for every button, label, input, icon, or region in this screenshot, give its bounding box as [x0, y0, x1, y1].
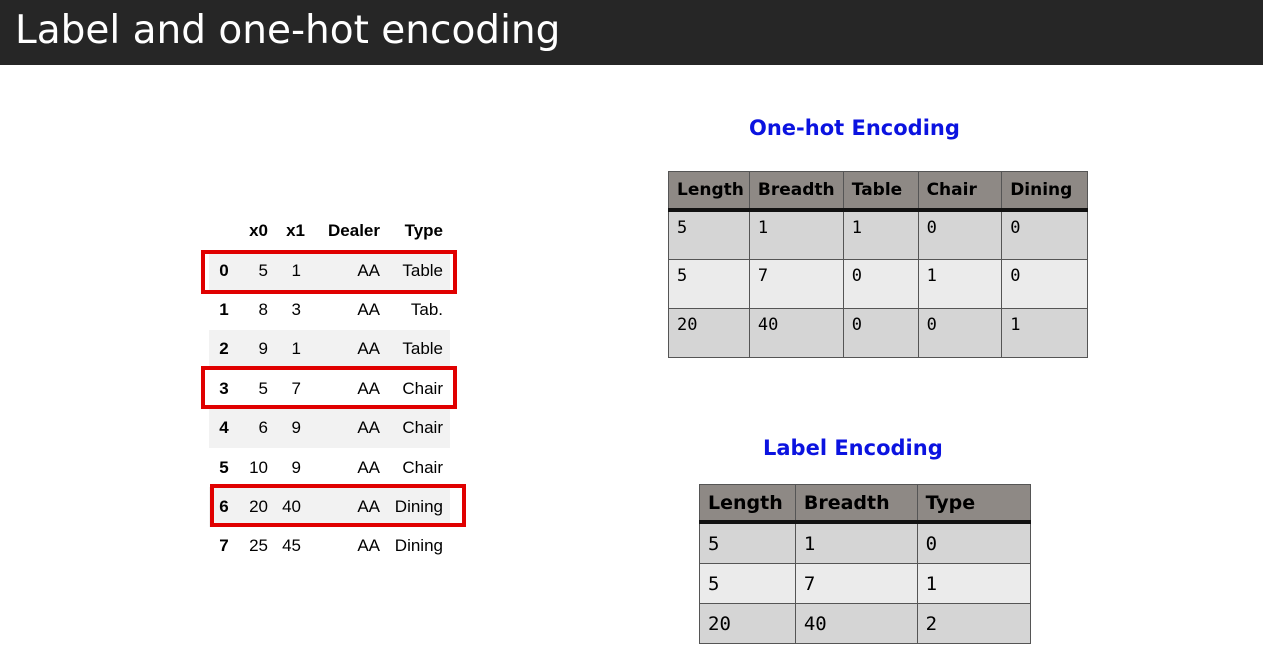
table-cell: 0 [842, 258, 919, 309]
cell-x0: 9 [258, 339, 268, 359]
table-cell: 1 [916, 563, 1032, 604]
label-header-breadth: Breadth [794, 484, 918, 524]
dataframe-header-dealer: Dealer [328, 221, 380, 240]
table-cell: 0 [1001, 209, 1088, 260]
label-encoding-heading: Label Encoding [763, 436, 943, 460]
row-index: 2 [219, 339, 229, 359]
cell-x1: 3 [291, 300, 301, 320]
title-bar: Label and one-hot encoding [0, 0, 1263, 65]
table-cell: 5 [668, 209, 750, 260]
table-cell: 0 [916, 521, 1032, 564]
table-cell: 7 [748, 258, 844, 309]
one-hot-header-row: Length Breadth Table Chair Dining [668, 171, 1088, 212]
row-index: 4 [219, 418, 229, 438]
table-row: 20 40 2 [699, 603, 1032, 644]
cell-type: Table [402, 339, 443, 359]
highlight-box-row-0 [201, 250, 457, 294]
table-row: 2 9 1 AA Table [209, 329, 450, 370]
dataframe-header-type: Type [404, 221, 443, 240]
table-cell: 0 [1001, 258, 1088, 309]
table-row: 5 7 1 [699, 563, 1032, 604]
table-row: 5 1 0 [699, 521, 1032, 564]
table-row: 5 7 0 1 0 [668, 258, 1088, 309]
cell-dealer: AA [357, 339, 380, 359]
dataframe-header-x0: x0 [249, 221, 268, 240]
label-header-type: Type [916, 484, 1032, 524]
label-encoding-header-row: Length Breadth Type [699, 484, 1032, 524]
highlight-box-row-6 [210, 484, 466, 527]
label-encoding-table: Length Breadth Type 5 1 0 5 7 1 20 40 2 [699, 484, 1032, 644]
row-index: 1 [219, 300, 229, 320]
cell-type: Chair [402, 418, 443, 438]
one-hot-heading: One-hot Encoding [749, 116, 960, 140]
label-header-length: Length [699, 484, 796, 524]
dataframe-header-x1: x1 [286, 221, 305, 240]
cell-type: Tab. [410, 300, 443, 320]
cell-dealer: AA [357, 300, 380, 320]
cell-type: Dining [394, 536, 443, 556]
table-cell: 5 [699, 521, 796, 564]
one-hot-header-breadth: Breadth [748, 171, 844, 212]
table-cell: 1 [917, 258, 1003, 309]
table-row: 5 1 1 0 0 [668, 209, 1088, 260]
cell-x0: 10 [249, 457, 268, 477]
slide-title: Label and one-hot encoding [15, 8, 561, 53]
one-hot-header-dining: Dining [1001, 171, 1088, 212]
one-hot-header-chair: Chair [917, 171, 1003, 212]
table-row: 5 10 9 AA Chair [209, 448, 450, 487]
cell-dealer: AA [357, 536, 380, 556]
one-hot-header-length: Length [668, 171, 750, 212]
cell-x1: 45 [282, 536, 301, 556]
table-cell: 2 [916, 603, 1032, 644]
cell-x0: 25 [249, 536, 268, 556]
cell-x0: 6 [258, 418, 268, 438]
table-cell: 0 [917, 209, 1003, 260]
table-cell: 1 [842, 209, 919, 260]
cell-dealer: AA [357, 457, 380, 477]
table-cell: 1 [1001, 307, 1088, 358]
cell-type: Chair [402, 457, 443, 477]
row-index: 7 [219, 536, 229, 556]
table-cell: 1 [748, 209, 844, 260]
table-row: 4 6 9 AA Chair [209, 408, 450, 448]
dataframe-header-row: x0 x1 Dealer Type [209, 211, 450, 251]
table-cell: 20 [668, 307, 750, 358]
table-cell: 40 [794, 603, 918, 644]
table-row: 20 40 0 0 1 [668, 307, 1088, 358]
one-hot-table: Length Breadth Table Chair Dining 5 1 1 … [668, 171, 1088, 358]
table-cell: 40 [748, 307, 844, 358]
row-index: 5 [219, 457, 229, 477]
cell-dealer: AA [357, 418, 380, 438]
cell-x0: 8 [258, 300, 268, 320]
cell-x1: 9 [291, 457, 301, 477]
table-cell: 5 [699, 563, 796, 604]
one-hot-header-table: Table [842, 171, 919, 212]
table-cell: 7 [794, 563, 918, 604]
table-row: 7 25 45 AA Dining [209, 527, 450, 566]
highlight-box-row-3 [201, 366, 457, 409]
table-cell: 0 [842, 307, 919, 358]
dataframe-header-index [209, 211, 239, 251]
table-cell: 5 [668, 258, 750, 309]
table-cell: 1 [794, 521, 918, 564]
cell-x1: 9 [291, 418, 301, 438]
table-cell: 20 [699, 603, 796, 644]
table-row: 1 8 3 AA Tab. [209, 290, 450, 329]
cell-x1: 1 [291, 339, 301, 359]
table-cell: 0 [917, 307, 1003, 358]
